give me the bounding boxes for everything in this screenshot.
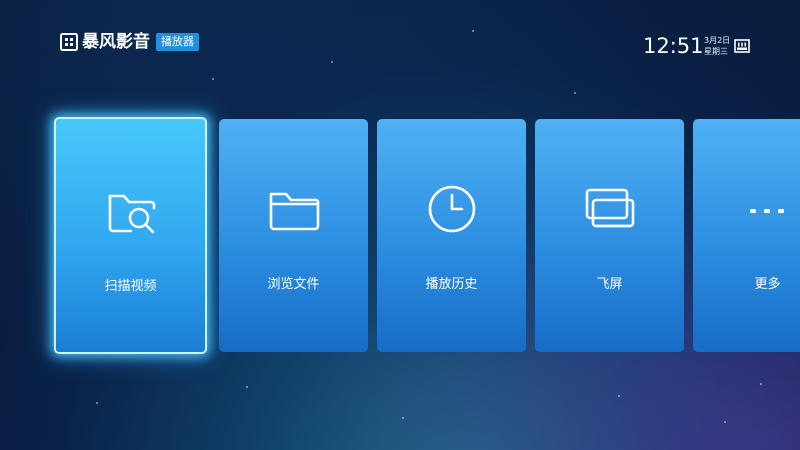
star: [472, 30, 474, 32]
menu-card-more[interactable]: 更多: [693, 119, 800, 352]
star: [331, 61, 333, 63]
menu-card-label: 播放历史: [425, 277, 478, 292]
star: [96, 402, 98, 404]
menu-card-play-history[interactable]: 播放历史: [377, 119, 526, 352]
menu-card-browse-files[interactable]: 浏览文件: [219, 119, 368, 352]
star: [618, 395, 620, 397]
app-logo: 暴风影音 播放器: [60, 31, 199, 53]
menu-card-label: 更多: [754, 277, 781, 292]
folder-search-icon: [108, 194, 155, 234]
folder-icon: [269, 192, 319, 231]
menu-card-fly-screen[interactable]: 飞屏: [535, 119, 684, 352]
menu-card-label: 浏览文件: [267, 277, 320, 292]
star: [212, 78, 214, 80]
star: [724, 421, 726, 423]
logo-mark-icon: [60, 33, 78, 51]
weekday-text: 星期三: [704, 47, 728, 56]
clock-time: 12:51: [643, 34, 704, 58]
screen-cast-icon: [585, 188, 634, 228]
brand-badge: 播放器: [156, 33, 199, 51]
more-dots-icon: [750, 209, 784, 213]
date-display: 3月2日 星期三: [704, 35, 730, 57]
brand-name: 暴风影音: [82, 32, 150, 52]
menu-card-label: 飞屏: [596, 277, 623, 292]
menu-card-scan-video[interactable]: 扫描视频: [54, 117, 207, 354]
date-text: 3月2日: [704, 36, 731, 45]
menu-card-label: 扫描视频: [104, 279, 157, 294]
star: [760, 383, 762, 385]
star: [574, 92, 576, 94]
star: [402, 417, 404, 419]
ethernet-icon: [734, 39, 750, 53]
star: [246, 386, 248, 388]
clock-icon: [428, 185, 475, 233]
